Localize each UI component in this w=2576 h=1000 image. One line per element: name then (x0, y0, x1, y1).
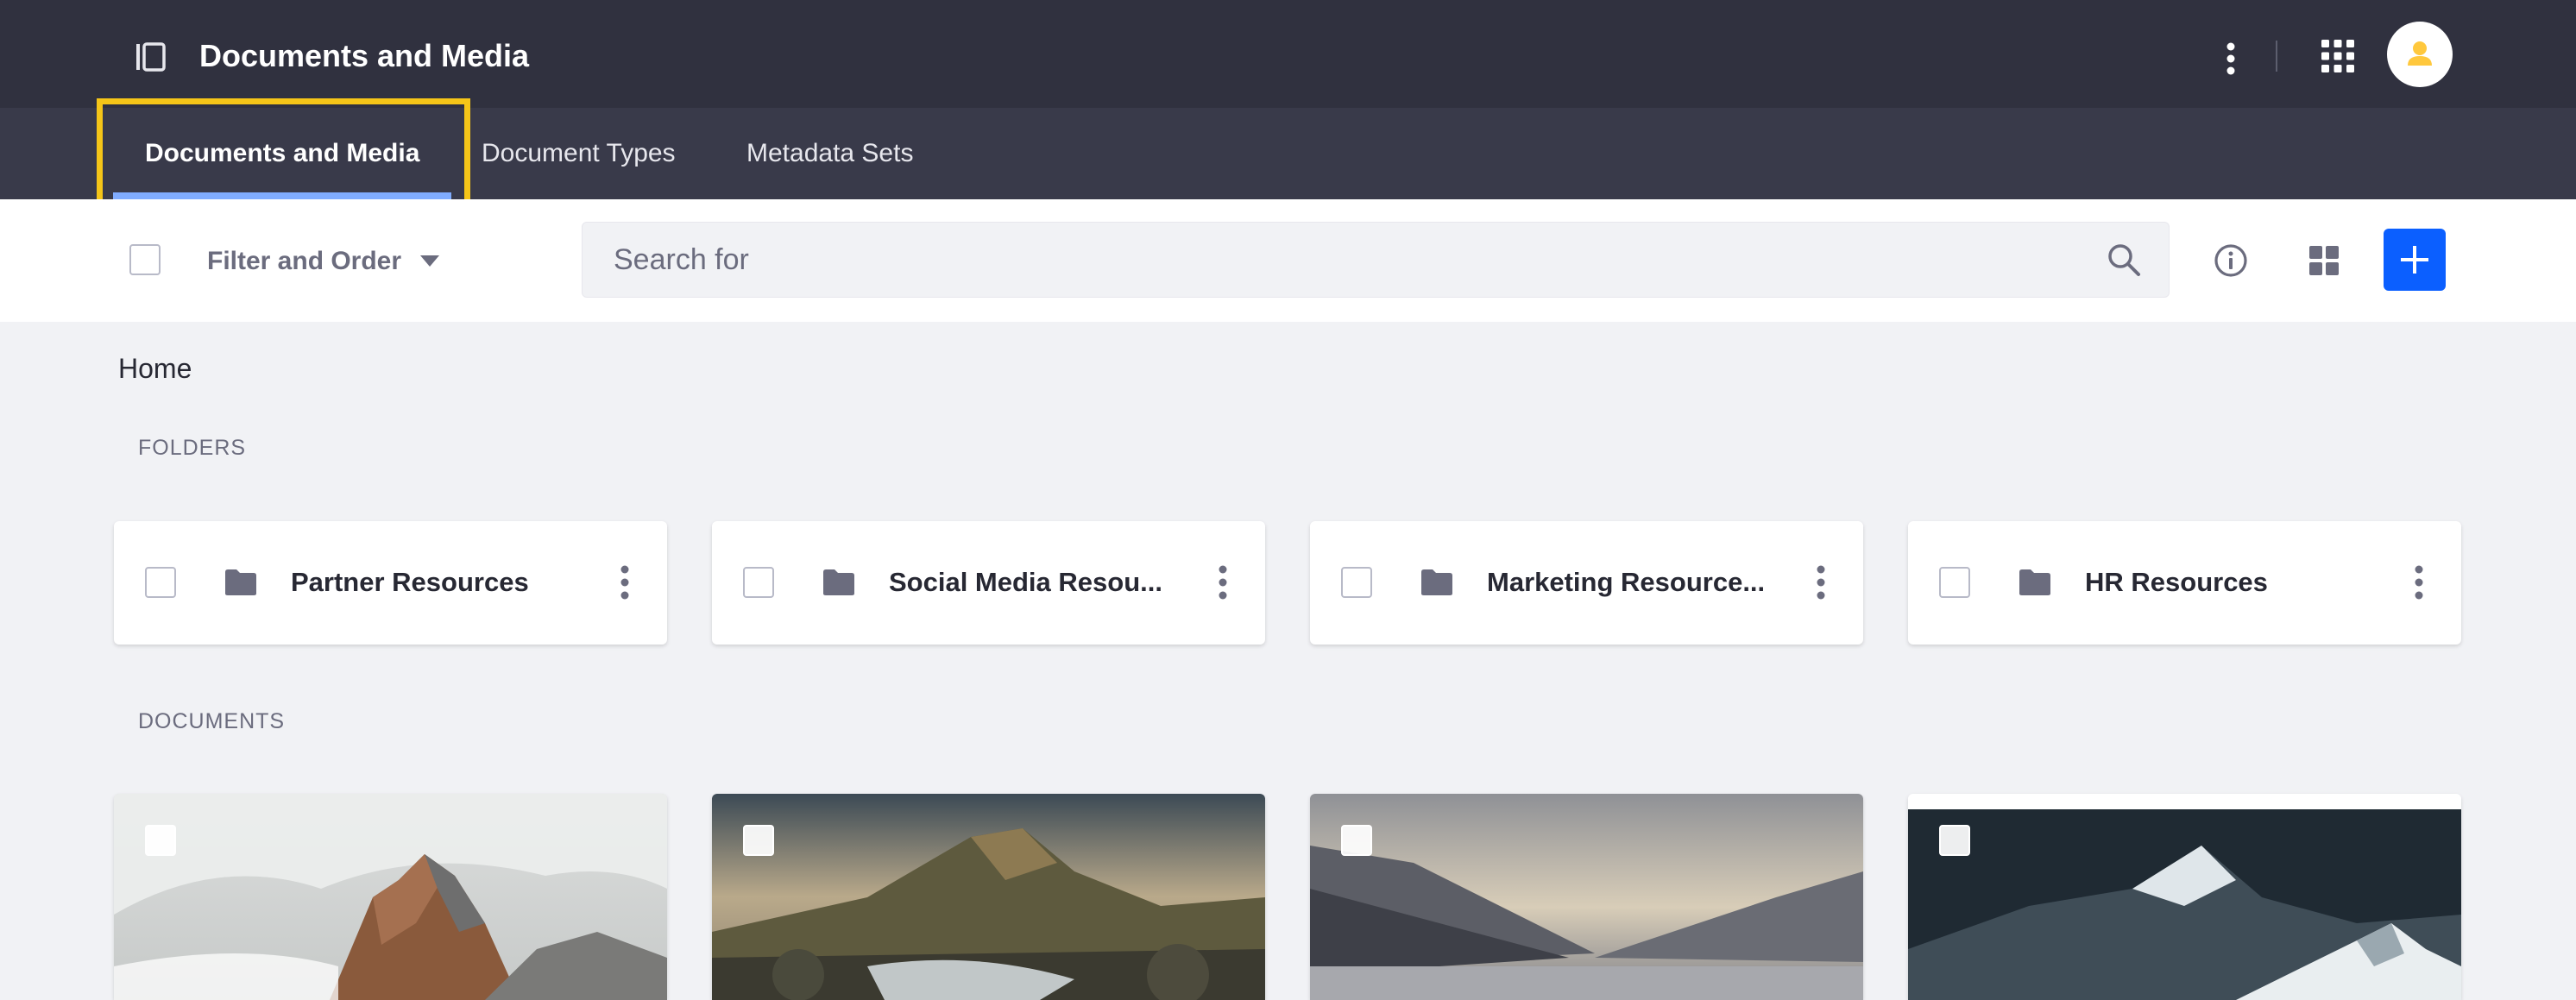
folder-checkbox[interactable] (743, 567, 774, 598)
folder-name[interactable]: Social Media Resou... (889, 560, 1191, 605)
folder-actions-kebab-icon[interactable] (1815, 561, 1827, 604)
document-card[interactable] (114, 794, 667, 1000)
folder-checkbox[interactable] (1939, 567, 1970, 598)
snowy-peak-thumbnail (1908, 794, 2461, 1000)
document-card[interactable] (1310, 794, 1863, 1000)
folder-card[interactable]: Partner Resources (114, 521, 667, 645)
folder-checkbox[interactable] (145, 567, 176, 598)
cards-view-icon[interactable] (2307, 243, 2341, 278)
document-card[interactable] (1908, 794, 2461, 1000)
caret-down-icon[interactable] (420, 255, 439, 267)
document-checkbox[interactable] (145, 825, 176, 856)
lake-valley-thumbnail (1310, 794, 1863, 1000)
folder-name[interactable]: Marketing Resource... (1487, 560, 1789, 605)
folder-icon (224, 568, 258, 597)
app-header: Documents and Media (0, 0, 2576, 108)
document-checkbox[interactable] (1341, 825, 1372, 856)
folder-card[interactable]: Marketing Resource... (1310, 521, 1863, 645)
folder-actions-kebab-icon[interactable] (1217, 561, 1229, 604)
tab-metadata-sets[interactable]: Metadata Sets (746, 108, 913, 199)
folder-card[interactable]: Social Media Resou... (712, 521, 1265, 645)
folder-checkbox[interactable] (1341, 567, 1372, 598)
add-button[interactable] (2384, 229, 2446, 291)
search-icon[interactable] (2107, 242, 2141, 277)
folder-actions-kebab-icon[interactable] (2413, 561, 2425, 604)
documents-section-title: DOCUMENTS (138, 709, 286, 733)
folder-name[interactable]: HR Resources (2085, 560, 2387, 605)
search-bar (582, 222, 2170, 298)
user-icon (2408, 41, 2432, 66)
document-checkbox[interactable] (1939, 825, 1970, 856)
highlight-annotation (97, 98, 470, 205)
mountain-stream-thumbnail (712, 794, 1265, 1000)
folder-icon (1420, 568, 1454, 597)
folder-icon (2018, 568, 2052, 597)
sidebar-toggle-icon[interactable] (135, 41, 166, 72)
plus-icon (2401, 246, 2428, 274)
filter-and-order-dropdown[interactable]: Filter and Order (207, 240, 401, 283)
options-kebab-icon[interactable] (2218, 37, 2244, 80)
breadcrumb-home[interactable]: Home (118, 347, 192, 390)
document-checkbox[interactable] (743, 825, 774, 856)
info-icon[interactable] (2214, 243, 2248, 278)
search-input[interactable] (600, 223, 2067, 297)
user-avatar[interactable] (2387, 22, 2453, 87)
misty-mountain-thumbnail (114, 794, 667, 1000)
page-title: Documents and Media (199, 38, 530, 73)
select-all-checkbox[interactable] (129, 244, 161, 275)
folder-icon (822, 568, 856, 597)
folders-section-title: FOLDERS (138, 436, 247, 460)
folder-card[interactable]: HR Resources (1908, 521, 2461, 645)
header-divider (2276, 41, 2277, 72)
folder-name[interactable]: Partner Resources (291, 560, 593, 605)
folder-actions-kebab-icon[interactable] (619, 561, 631, 604)
document-card[interactable] (712, 794, 1265, 1000)
tab-document-types[interactable]: Document Types (482, 108, 676, 199)
applications-menu-icon[interactable] (2320, 38, 2356, 74)
